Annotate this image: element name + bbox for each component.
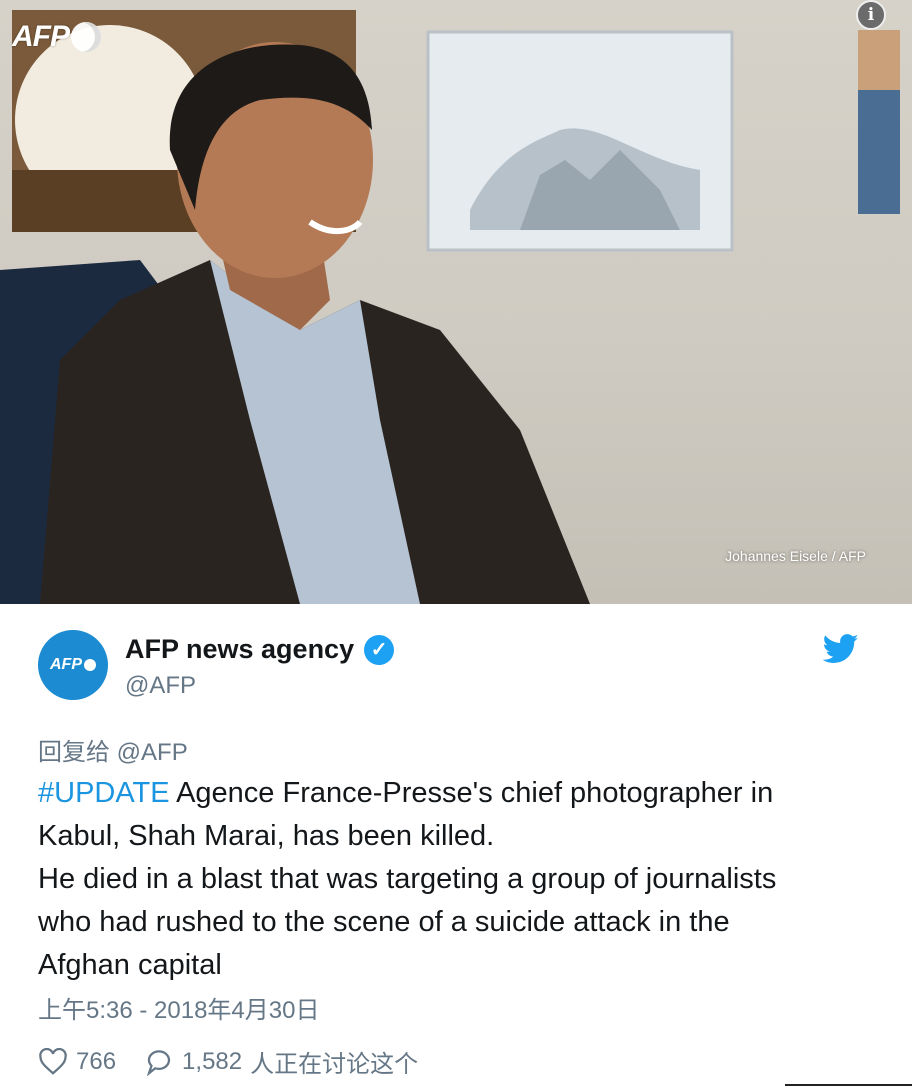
- twitter-bird-icon[interactable]: [823, 634, 859, 664]
- tweet-text: #UPDATE Agence France-Presse's chief pho…: [38, 772, 878, 987]
- reply-bubble-icon[interactable]: [144, 1048, 174, 1076]
- avatar-text: AFP: [50, 656, 82, 673]
- avatar[interactable]: AFP: [38, 630, 108, 700]
- tweet-line-4: who had rushed to the scene of a suicide…: [38, 906, 730, 938]
- photo-credit: Johannes Eisele / AFP: [725, 548, 866, 564]
- tweet-timestamp[interactable]: 上午5:36 - 2018年4月30日: [38, 990, 319, 1025]
- photo-illustration: [0, 10, 900, 604]
- afp-globe-icon: [84, 659, 96, 671]
- tweet-photo[interactable]: AFP i Johannes Eisele / AFP: [0, 0, 912, 604]
- tweet-actions: 766 1,582 人正在讨论这个: [38, 1044, 418, 1079]
- tweet-line-3: He died in a blast that was targeting a …: [38, 863, 777, 895]
- afp-logo-text: AFP: [12, 20, 70, 53]
- hashtag-link[interactable]: #UPDATE: [38, 777, 170, 809]
- reply-count[interactable]: 1,582: [182, 1048, 242, 1076]
- tweet-line-2: Kabul, Shah Marai, has been killed.: [38, 820, 495, 852]
- verified-badge-icon: ✓: [364, 634, 395, 665]
- divider: [785, 1084, 912, 1086]
- user-handle[interactable]: @AFP: [125, 672, 196, 700]
- like-count[interactable]: 766: [76, 1048, 116, 1076]
- display-name[interactable]: AFP news agency: [125, 634, 354, 665]
- reply-to-label[interactable]: 回复给 @AFP: [38, 732, 188, 767]
- info-icon[interactable]: i: [856, 0, 886, 30]
- tweet-line-5: Afghan capital: [38, 949, 222, 981]
- afp-globe-icon: [71, 22, 101, 52]
- tweet-line-1: #UPDATE Agence France-Presse's chief pho…: [38, 772, 878, 815]
- afp-watermark-logo: AFP: [12, 20, 101, 54]
- heart-icon[interactable]: [38, 1047, 68, 1076]
- display-name-row[interactable]: AFP news agency ✓: [125, 634, 395, 665]
- discussing-label: 人正在讨论这个: [250, 1051, 419, 1078]
- tweet-line-1-rest: Agence France-Presse's chief photographe…: [169, 777, 774, 809]
